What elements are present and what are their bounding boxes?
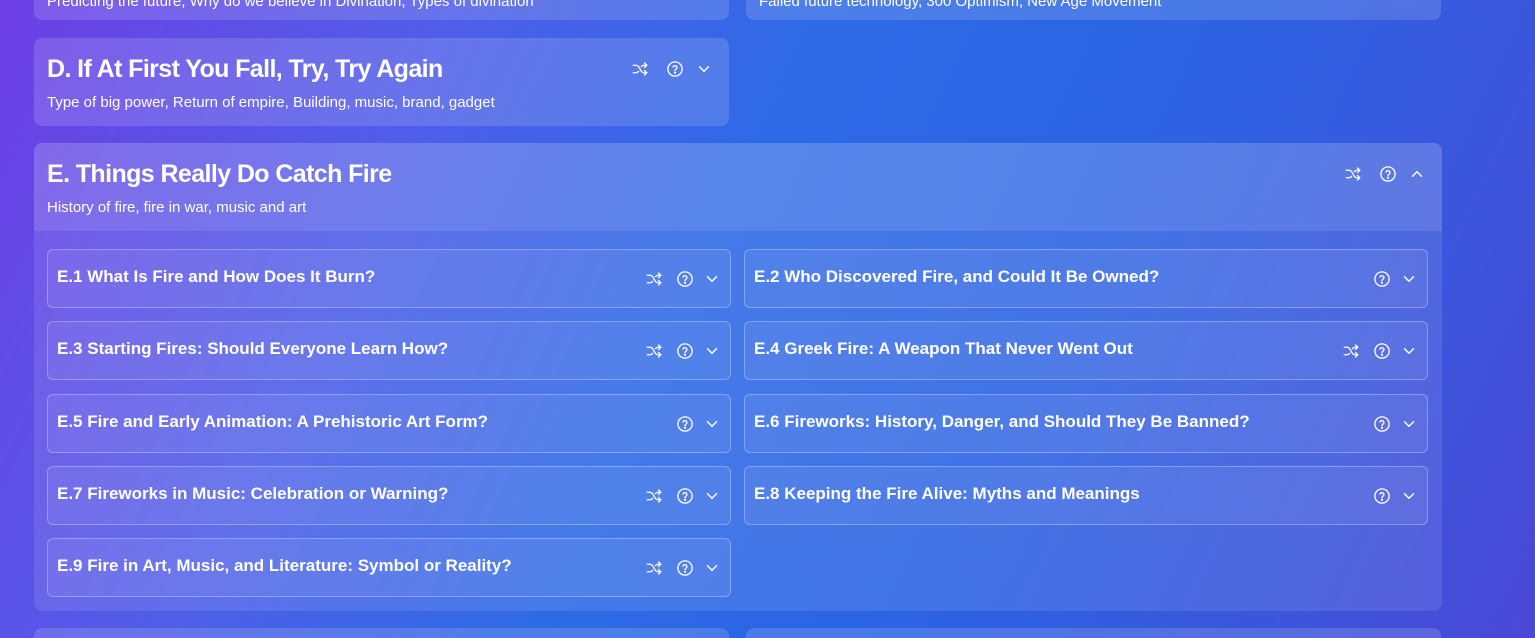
shuffle-icon[interactable] — [1342, 342, 1360, 360]
section-c-card[interactable]: Predicting the future, Why do we believe… — [34, 0, 729, 20]
chevron-down-icon[interactable] — [1400, 487, 1418, 505]
shuffle-icon[interactable] — [645, 559, 663, 577]
help-circle-icon[interactable] — [676, 342, 694, 360]
help-circle-icon[interactable] — [1373, 270, 1391, 288]
section-e-header[interactable]: E. Things Really Do Catch Fire History o… — [34, 143, 1442, 231]
section-c2-card[interactable]: Failed future technology, 300 Optimism, … — [746, 0, 1441, 20]
chevron-down-icon[interactable] — [703, 270, 721, 288]
section-c2-desc: Failed future technology, 300 Optimism, … — [759, 0, 1162, 10]
help-circle-icon[interactable] — [676, 487, 694, 505]
subsection-actions — [645, 270, 721, 288]
subsection-item-e5[interactable]: E.5 Fire and Early Animation: A Prehisto… — [47, 394, 731, 453]
subsection-title: E.9 Fire in Art, Music, and Literature: … — [57, 556, 512, 575]
chevron-down-icon[interactable] — [1400, 270, 1418, 288]
help-circle-icon[interactable] — [676, 415, 694, 433]
subsection-item-e3[interactable]: E.3 Starting Fires: Should Everyone Lear… — [47, 321, 731, 380]
subsection-title: E.7 Fireworks in Music: Celebration or W… — [57, 484, 449, 503]
subsection-actions — [1373, 487, 1418, 505]
subsection-actions — [676, 415, 721, 433]
shuffle-icon[interactable] — [631, 60, 649, 78]
help-circle-icon[interactable] — [1373, 415, 1391, 433]
subsection-item-e8[interactable]: E.8 Keeping the Fire Alive: Myths and Me… — [744, 466, 1428, 525]
section-f2-card[interactable] — [746, 628, 1441, 638]
section-d-title: D. If At First You Fall, Try, Try Again — [47, 55, 443, 83]
section-e-card: E. Things Really Do Catch Fire History o… — [34, 143, 1442, 611]
chevron-down-icon[interactable] — [1400, 342, 1418, 360]
help-circle-icon[interactable] — [666, 60, 684, 78]
subsection-item-e2[interactable]: E.2 Who Discovered Fire, and Could It Be… — [744, 249, 1428, 308]
subsection-actions — [1373, 270, 1418, 288]
help-circle-icon[interactable] — [676, 270, 694, 288]
subsection-title: E.4 Greek Fire: A Weapon That Never Went… — [754, 339, 1133, 358]
subsection-actions — [645, 487, 721, 505]
shuffle-icon[interactable] — [1344, 165, 1362, 183]
chevron-down-icon[interactable] — [703, 415, 721, 433]
subsection-title: E.1 What Is Fire and How Does It Burn? — [57, 267, 376, 286]
section-f-card[interactable] — [34, 628, 729, 638]
chevron-down-icon[interactable] — [703, 342, 721, 360]
section-d-desc: Type of big power, Return of empire, Bui… — [47, 94, 495, 111]
subsection-title: E.6 Fireworks: History, Danger, and Shou… — [754, 412, 1250, 431]
subsection-title: E.5 Fire and Early Animation: A Prehisto… — [57, 412, 489, 431]
chevron-down-icon[interactable] — [703, 487, 721, 505]
chevron-up-icon[interactable] — [1408, 165, 1426, 183]
subsection-actions — [1342, 342, 1418, 360]
chevron-down-icon[interactable] — [1400, 415, 1418, 433]
subsection-item-e9[interactable]: E.9 Fire in Art, Music, and Literature: … — [47, 538, 731, 597]
section-d-actions — [631, 60, 713, 78]
help-circle-icon[interactable] — [1379, 165, 1397, 183]
subsection-actions — [645, 559, 721, 577]
subsection-actions — [1373, 415, 1418, 433]
shuffle-icon[interactable] — [645, 270, 663, 288]
subsection-item-e7[interactable]: E.7 Fireworks in Music: Celebration or W… — [47, 466, 731, 525]
shuffle-icon[interactable] — [645, 342, 663, 360]
subsection-item-e4[interactable]: E.4 Greek Fire: A Weapon That Never Went… — [744, 321, 1428, 380]
help-circle-icon[interactable] — [676, 559, 694, 577]
help-circle-icon[interactable] — [1373, 342, 1391, 360]
section-e-title: E. Things Really Do Catch Fire — [47, 160, 392, 188]
subsection-actions — [645, 342, 721, 360]
section-e-desc: History of fire, fire in war, music and … — [47, 199, 307, 216]
section-c-desc: Predicting the future, Why do we believe… — [47, 0, 534, 10]
shuffle-icon[interactable] — [645, 487, 663, 505]
section-d-card[interactable]: D. If At First You Fall, Try, Try Again … — [34, 38, 729, 126]
section-e-actions — [1344, 165, 1426, 183]
subsection-item-e6[interactable]: E.6 Fireworks: History, Danger, and Shou… — [744, 394, 1428, 453]
subsection-title: E.2 Who Discovered Fire, and Could It Be… — [754, 267, 1160, 286]
subsection-title: E.3 Starting Fires: Should Everyone Lear… — [57, 339, 449, 358]
chevron-down-icon[interactable] — [695, 60, 713, 78]
chevron-down-icon[interactable] — [703, 559, 721, 577]
help-circle-icon[interactable] — [1373, 487, 1391, 505]
subsection-item-e1[interactable]: E.1 What Is Fire and How Does It Burn? — [47, 249, 731, 308]
subsection-title: E.8 Keeping the Fire Alive: Myths and Me… — [754, 484, 1140, 503]
